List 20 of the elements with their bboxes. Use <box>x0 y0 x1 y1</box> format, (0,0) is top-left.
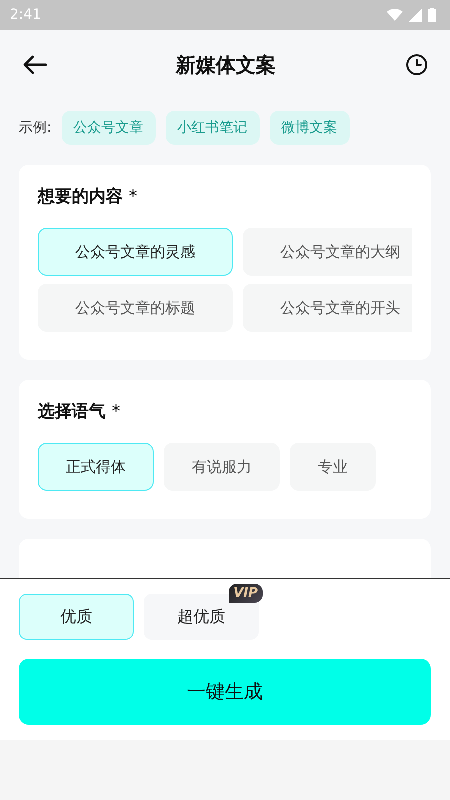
vip-badge: VIP <box>228 584 263 603</box>
page-title: 新媒体文案 <box>176 52 276 78</box>
option-chip[interactable]: 公众号文章的开头 <box>243 284 412 332</box>
battery-icon <box>428 8 436 22</box>
clock-icon <box>406 54 428 76</box>
examples-label: 示例: <box>19 119 52 137</box>
option-chip[interactable]: 正式得体 <box>38 443 154 491</box>
option-chip[interactable]: 公众号文章的大纲 <box>243 228 412 276</box>
section-title: 选择语气 * <box>38 401 122 423</box>
option-chip[interactable]: 专业 <box>290 443 376 491</box>
quality-option[interactable]: 优质 <box>19 594 134 640</box>
option-chip[interactable]: 有说服力 <box>164 443 280 491</box>
generate-button[interactable]: 一键生成 <box>19 659 431 725</box>
wifi-icon <box>387 9 403 21</box>
status-time: 2:41 <box>10 7 42 23</box>
option-chip[interactable]: 公众号文章的灵感 <box>38 228 233 276</box>
section-title: 想要的内容 * <box>38 186 138 208</box>
back-arrow-icon <box>22 55 48 75</box>
signal-icon <box>409 8 422 22</box>
option-chip[interactable]: 公众号文章的标题 <box>38 284 233 332</box>
